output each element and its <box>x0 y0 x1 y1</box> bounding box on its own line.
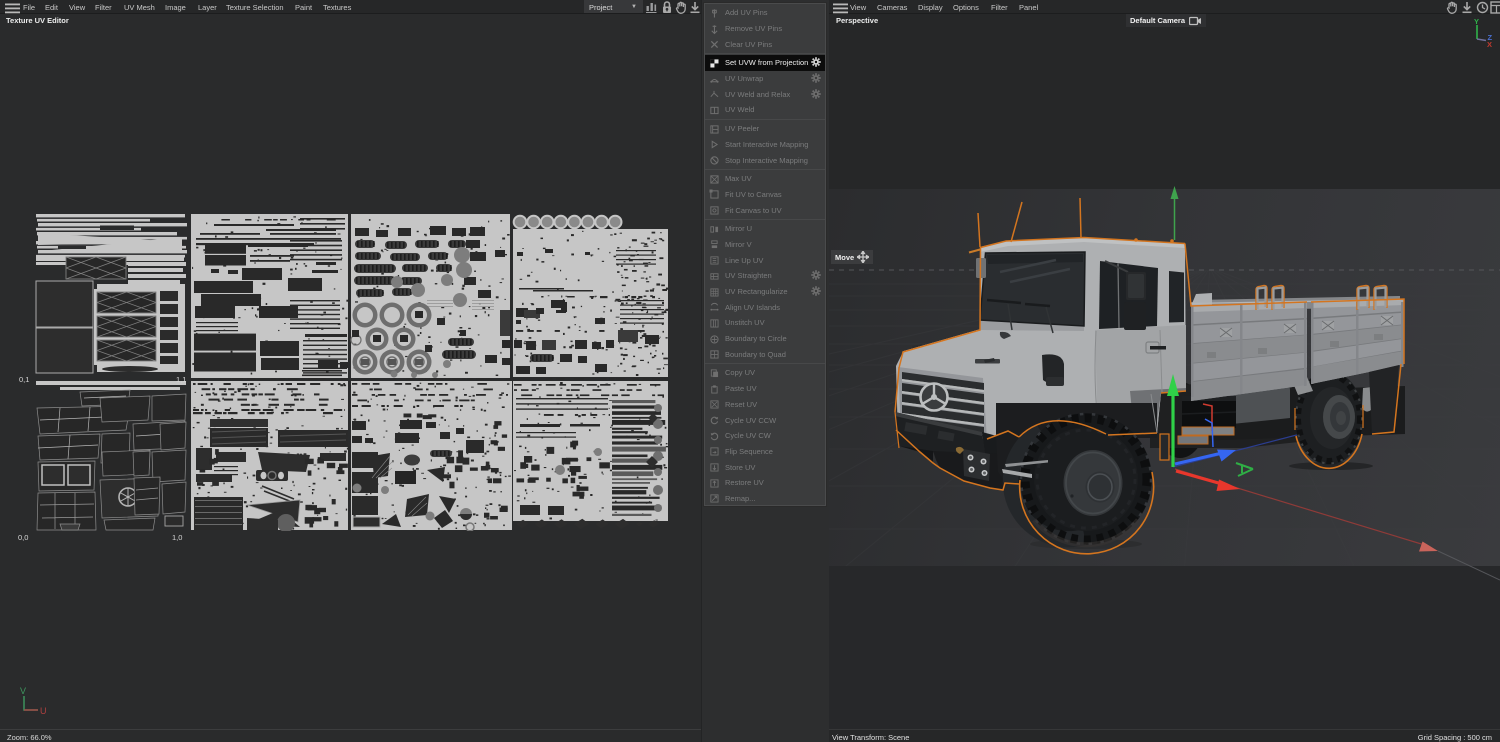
svg-text:U: U <box>40 706 47 714</box>
svg-text:X: X <box>1487 40 1492 49</box>
svg-text:V: V <box>20 686 26 696</box>
svg-text:Y: Y <box>1474 17 1479 26</box>
